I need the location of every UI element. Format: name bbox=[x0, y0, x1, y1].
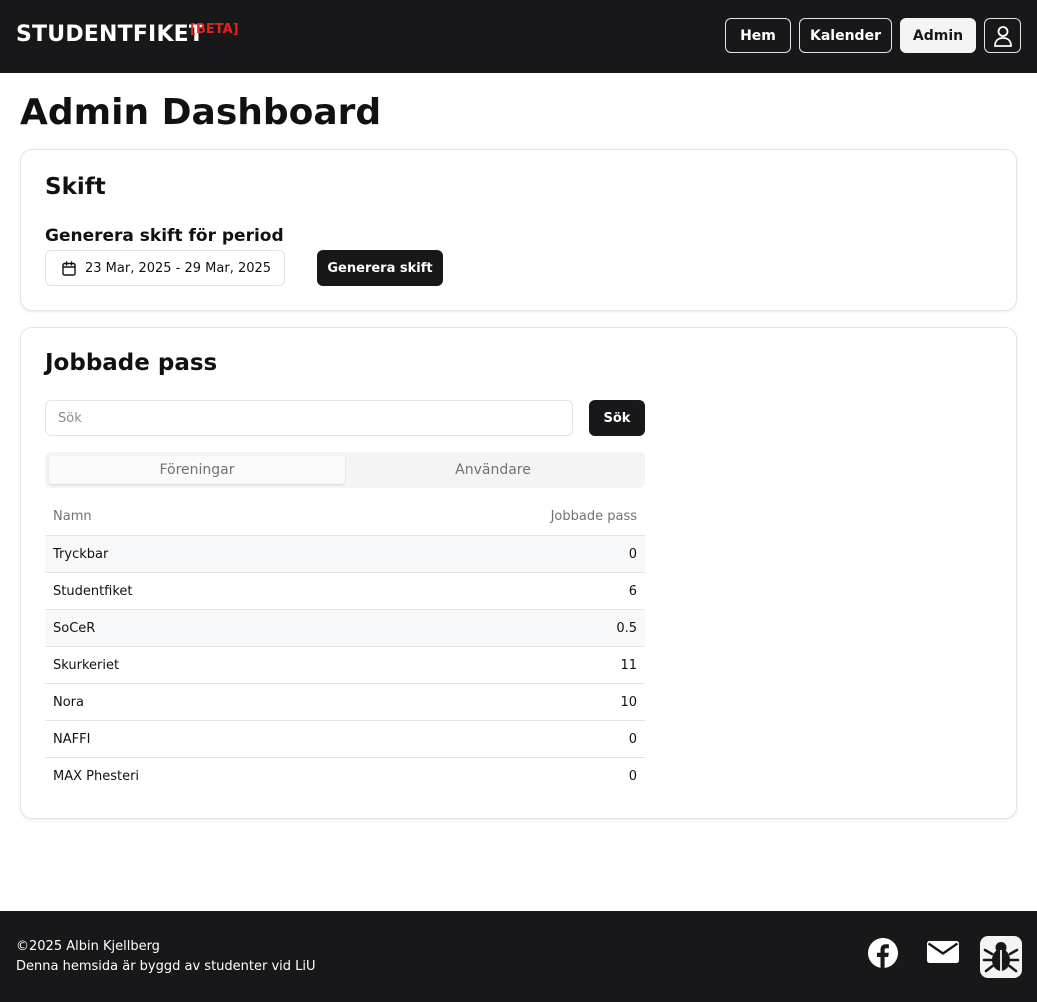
date-range-picker[interactable]: 23 Mar, 2025 - 29 Mar, 2025 bbox=[45, 250, 285, 286]
table-row: Tryckbar 0 bbox=[45, 536, 645, 573]
table-row: SoCeR 0.5 bbox=[45, 610, 645, 647]
calendar-icon bbox=[62, 260, 76, 276]
beta-badge: [BETA] bbox=[190, 22, 239, 37]
row-count: 0 bbox=[628, 769, 637, 784]
page-title: Admin Dashboard bbox=[20, 92, 382, 133]
user-icon bbox=[993, 25, 1012, 47]
row-count: 0 bbox=[628, 546, 637, 562]
row-count: 6 bbox=[628, 583, 637, 599]
table-row: MAX Phesteri 0 bbox=[45, 758, 645, 795]
row-name: SoCeR bbox=[53, 620, 96, 636]
row-name: Skurkeriet bbox=[53, 657, 120, 673]
date-range-text: 23 Mar, 2025 - 29 Mar, 2025 bbox=[85, 260, 272, 276]
row-name: Studentfiket bbox=[53, 583, 133, 599]
table-row: Skurkeriet 11 bbox=[45, 647, 645, 684]
row-name: MAX Phesteri bbox=[53, 769, 140, 784]
facebook-icon[interactable] bbox=[867, 937, 899, 973]
generate-period-label: Generera skift för period bbox=[45, 226, 284, 246]
mail-icon[interactable] bbox=[926, 937, 960, 971]
jobbade-pass-title: Jobbade pass bbox=[45, 350, 218, 376]
jobbade-pass-card: Jobbade pass Sök Föreningar Användare Na… bbox=[20, 327, 1017, 819]
row-count: 0.5 bbox=[616, 620, 637, 636]
column-header-jobbade-pass: Jobbade pass bbox=[550, 509, 637, 524]
row-name: Tryckbar bbox=[53, 546, 109, 562]
row-count: 0 bbox=[628, 731, 637, 747]
column-header-namn: Namn bbox=[53, 509, 92, 524]
page: STUDENTFIKET [BETA] Hem Kalender Admin A… bbox=[0, 0, 1037, 1002]
search-input[interactable] bbox=[45, 400, 573, 436]
brand-logo[interactable]: STUDENTFIKET bbox=[16, 22, 204, 47]
row-name: NAFFI bbox=[53, 731, 91, 747]
user-profile-button[interactable] bbox=[984, 18, 1021, 53]
skift-card: Skift Generera skift för period 23 Mar, … bbox=[20, 149, 1017, 311]
footer: ©2025 Albin Kjellberg Denna hemsida är b… bbox=[0, 911, 1037, 1002]
nav-hem-button[interactable]: Hem bbox=[725, 18, 791, 53]
nav-admin-button[interactable]: Admin bbox=[900, 18, 976, 53]
table-row: Nora 10 bbox=[45, 684, 645, 721]
tab-foreningar[interactable]: Föreningar bbox=[49, 456, 345, 484]
top-navbar: STUDENTFIKET [BETA] Hem Kalender Admin bbox=[0, 0, 1037, 73]
skift-title: Skift bbox=[45, 174, 106, 200]
nav-kalender-button[interactable]: Kalender bbox=[799, 18, 892, 53]
footer-note: Denna hemsida är byggd av studenter vid … bbox=[16, 959, 316, 974]
table-header: Namn Jobbade pass bbox=[45, 498, 645, 536]
row-name: Nora bbox=[53, 694, 84, 710]
tab-list: Föreningar Användare bbox=[45, 452, 645, 488]
footer-copyright: ©2025 Albin Kjellberg bbox=[16, 939, 160, 954]
bug-icon[interactable] bbox=[980, 936, 1022, 982]
table-row: NAFFI 0 bbox=[45, 721, 645, 758]
row-count: 10 bbox=[620, 694, 637, 710]
search-button[interactable]: Sök bbox=[589, 400, 645, 436]
worked-shifts-table: Namn Jobbade pass Tryckbar 0 Studentfike… bbox=[45, 498, 645, 795]
tab-anvandare[interactable]: Användare bbox=[345, 456, 641, 484]
table-row: Studentfiket 6 bbox=[45, 573, 645, 610]
row-count: 11 bbox=[620, 657, 637, 673]
generate-shifts-button[interactable]: Generera skift bbox=[317, 250, 443, 286]
